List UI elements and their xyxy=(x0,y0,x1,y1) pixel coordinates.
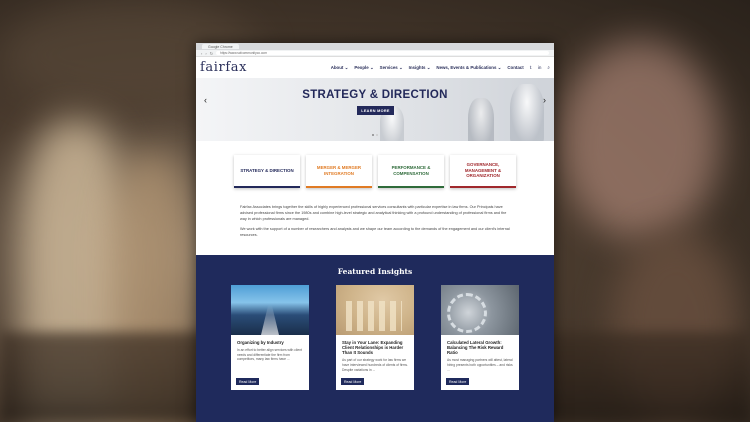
forward-icon[interactable]: › xyxy=(205,51,206,56)
nav-item-news[interactable]: News, Events & Publications ⌄ xyxy=(436,65,501,71)
gears-image xyxy=(441,285,519,335)
insight-card[interactable]: Organizing by Industry In an effort to b… xyxy=(231,285,309,390)
site-header: fairfax About ⌄ People ⌄ Services ⌄ Insi… xyxy=(196,57,554,78)
slider-dots xyxy=(196,134,554,136)
nav-item-insights[interactable]: Insights ⌄ xyxy=(409,65,431,71)
nav-item-services[interactable]: Services ⌄ xyxy=(380,65,403,71)
read-more-button[interactable]: Read More xyxy=(341,378,365,385)
slider-prev-icon[interactable]: ‹ xyxy=(204,95,207,105)
site-logo[interactable]: fairfax xyxy=(200,60,247,75)
intro-text: Fairfax Associates brings together the s… xyxy=(196,204,554,238)
service-card-governance[interactable]: GOVERNANCE, MANAGEMENT & ORGANIZATION xyxy=(450,155,516,188)
read-more-button[interactable]: Read More xyxy=(236,378,260,385)
insight-card[interactable]: Calculated Lateral Growth: Balancing The… xyxy=(441,285,519,390)
nav-item-about[interactable]: About ⌄ xyxy=(331,65,349,71)
read-more-button[interactable]: Read More xyxy=(446,378,470,385)
url-field[interactable]: https://www.scfcommunityco.com xyxy=(216,50,549,56)
insight-excerpt: As most managing partners will attest, l… xyxy=(447,358,513,372)
slider-next-icon[interactable]: › xyxy=(543,95,546,105)
hero-title: STRATEGY & DIRECTION xyxy=(302,89,448,101)
intro-paragraph: We work with the support of a number of … xyxy=(240,227,510,238)
twitter-icon[interactable]: 𝕥 xyxy=(530,65,532,71)
service-card-performance[interactable]: PERFORMANCE & COMPENSATION xyxy=(378,155,444,188)
featured-insights-section: Featured Insights Organizing by Industry… xyxy=(196,255,554,422)
wooden-blocks-image xyxy=(336,285,414,335)
slider-dot[interactable] xyxy=(372,134,374,136)
services-row: STRATEGY & DIRECTION MERGER & MERGER INT… xyxy=(196,155,554,188)
featured-heading: Featured Insights xyxy=(337,267,413,276)
linkedin-icon[interactable]: in xyxy=(538,65,542,70)
intro-paragraph: Fairfax Associates brings together the s… xyxy=(240,205,507,222)
browser-titlebar: Google Chrome xyxy=(196,43,554,50)
main-nav: About ⌄ People ⌄ Services ⌄ Insights ⌄ N… xyxy=(331,65,550,71)
reload-icon[interactable]: ↻ xyxy=(210,51,213,56)
back-icon[interactable]: ‹ xyxy=(201,51,202,56)
website: fairfax About ⌄ People ⌄ Services ⌄ Insi… xyxy=(196,57,554,422)
insight-cards: Organizing by Industry In an effort to b… xyxy=(196,285,554,390)
browser-address-bar: ‹ › ↻ https://www.scfcommunityco.com xyxy=(196,50,554,57)
hero-slider: STRATEGY & DIRECTION LEARN MORE ‹ › xyxy=(196,78,554,141)
insight-excerpt: In an effort to better align services wi… xyxy=(237,348,302,362)
insight-excerpt: As part of our strategy work for law fir… xyxy=(342,358,408,372)
insight-title[interactable]: Stay in Your Lane: Expanding Client Rela… xyxy=(336,335,414,355)
browser-tab[interactable]: Google Chrome xyxy=(202,44,239,49)
insight-title[interactable]: Calculated Lateral Growth: Balancing The… xyxy=(441,335,519,355)
service-card-strategy[interactable]: STRATEGY & DIRECTION xyxy=(234,155,300,188)
insight-card[interactable]: Stay in Your Lane: Expanding Client Rela… xyxy=(336,285,414,390)
nav-item-people[interactable]: People ⌄ xyxy=(354,65,373,71)
service-card-merger[interactable]: MERGER & MERGER INTEGRATION xyxy=(306,155,372,188)
slider-dot[interactable] xyxy=(376,134,378,136)
insight-title[interactable]: Organizing by Industry xyxy=(231,335,309,345)
road-arrows-image xyxy=(231,285,309,335)
learn-more-button[interactable]: LEARN MORE xyxy=(357,106,394,115)
nav-item-contact[interactable]: Contact xyxy=(507,65,523,70)
search-icon[interactable]: ⌕ xyxy=(547,65,550,70)
browser-window: Google Chrome ‹ › ↻ https://www.scfcommu… xyxy=(196,43,554,422)
